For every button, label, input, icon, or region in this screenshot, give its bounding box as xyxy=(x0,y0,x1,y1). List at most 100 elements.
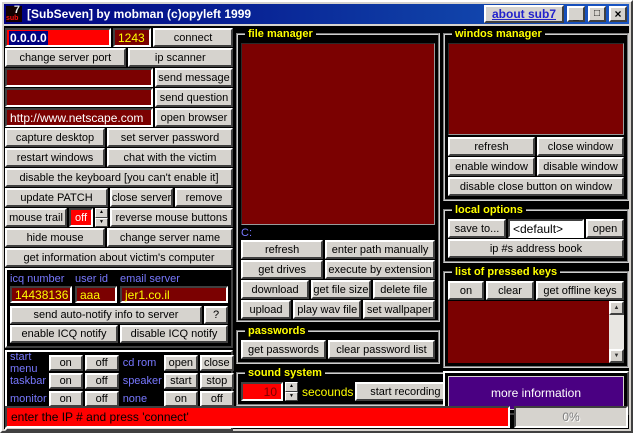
disable-icq-notify-button[interactable]: disable ICQ notify xyxy=(120,325,228,343)
ip-scanner-button[interactable]: ip scanner xyxy=(128,48,233,67)
change-server-port-button[interactable]: change server port xyxy=(5,48,126,67)
send-message-button[interactable]: send message xyxy=(155,68,233,87)
none-on-button[interactable]: on xyxy=(164,391,198,407)
email-server-input[interactable]: jer1.co.il xyxy=(120,286,228,303)
seconds-up-icon[interactable]: ▲ xyxy=(285,382,298,392)
minimize-button[interactable]: _ xyxy=(567,6,585,22)
window-title: [SubSeven] by mobman (c)opyleft 1999 xyxy=(25,7,481,21)
autonotify-help-button[interactable]: ? xyxy=(204,306,228,324)
taskbar-on-button[interactable]: on xyxy=(49,373,83,389)
save-to-button[interactable]: save to... xyxy=(448,219,506,238)
restart-windows-button[interactable]: restart windows xyxy=(5,148,105,167)
monitor-off-button[interactable]: off xyxy=(85,391,119,407)
play-wav-button[interactable]: play wav file xyxy=(293,300,361,319)
execute-by-extension-button[interactable]: execute by extension xyxy=(325,260,435,279)
save-path-input[interactable]: <default> xyxy=(508,219,584,238)
hide-mouse-button[interactable]: hide mouse xyxy=(5,228,105,247)
chat-with-victim-button[interactable]: chat with the victim xyxy=(107,148,233,167)
titlebar[interactable]: 7 sub [SubSeven] by mobman (c)opyleft 19… xyxy=(4,4,629,24)
mouse-trail-state[interactable]: off xyxy=(69,208,93,227)
toggles-panel: start menu on off taskbar on off monitor… xyxy=(5,350,233,412)
port-input[interactable]: 1243 xyxy=(113,28,151,47)
upload-button[interactable]: upload xyxy=(241,300,291,319)
connect-button[interactable]: connect xyxy=(153,28,233,47)
cdrom-close-button[interactable]: close xyxy=(200,355,234,371)
close-button[interactable]: × xyxy=(609,6,627,22)
seconds-down-icon[interactable]: ▼ xyxy=(285,392,298,402)
sound-system-title: sound system xyxy=(245,367,325,379)
reverse-mouse-buttons-button[interactable]: reverse mouse buttons xyxy=(110,208,233,227)
get-victim-info-button[interactable]: get information about victim's computer xyxy=(5,248,233,267)
clear-password-list-button[interactable]: clear password list xyxy=(328,340,435,359)
capture-desktop-button[interactable]: capture desktop xyxy=(5,128,105,147)
cdrom-open-button[interactable]: open xyxy=(164,355,198,371)
ip-address-book-button[interactable]: ip #s address book xyxy=(448,239,624,258)
file-list[interactable] xyxy=(241,43,435,225)
toggle-row-start-menu: start menu on off xyxy=(10,355,119,371)
send-question-button[interactable]: send question xyxy=(155,88,233,107)
scroll-up-icon[interactable]: ▲ xyxy=(609,301,624,315)
get-file-size-button[interactable]: get file size xyxy=(311,280,370,299)
send-autonotify-button[interactable]: send auto-notify info to server xyxy=(10,306,202,324)
enable-window-button[interactable]: enable window xyxy=(448,157,535,176)
disable-window-button[interactable]: disable window xyxy=(537,157,624,176)
keys-textarea[interactable] xyxy=(448,301,609,363)
keys-clear-button[interactable]: clear xyxy=(486,281,534,300)
close-server-button[interactable]: close server xyxy=(110,188,173,207)
get-passwords-button[interactable]: get passwords xyxy=(241,340,326,359)
fm-refresh-button[interactable]: refresh xyxy=(241,240,323,259)
windows-manager-group: windos manager refresh close window enab… xyxy=(443,28,629,201)
user-id-input[interactable]: aaa xyxy=(75,286,117,303)
spinner-up-icon[interactable]: ▲ xyxy=(95,208,108,218)
enable-icq-notify-button[interactable]: enable ICQ notify xyxy=(10,325,118,343)
url-input[interactable]: http://www.netscape.com xyxy=(5,108,153,127)
none-off-button[interactable]: off xyxy=(200,391,234,407)
get-drives-button[interactable]: get drives xyxy=(241,260,323,279)
local-options-title: local options xyxy=(452,204,526,216)
wm-row-2: enable window disable window xyxy=(448,157,624,176)
enter-path-button[interactable]: enter path manually xyxy=(325,240,435,259)
seconds-label: secounds xyxy=(300,385,353,399)
wm-refresh-button[interactable]: refresh xyxy=(448,137,535,156)
taskbar-off-button[interactable]: off xyxy=(85,373,119,389)
keys-scrollbar[interactable]: ▲ ▼ xyxy=(609,301,624,363)
question-input[interactable] xyxy=(5,88,153,107)
icq-number-input[interactable]: 14438136 xyxy=(10,286,72,303)
get-offline-keys-button[interactable]: get offline keys xyxy=(536,281,624,300)
close-window-button[interactable]: close window xyxy=(537,137,624,156)
delete-file-button[interactable]: delete file xyxy=(373,280,435,299)
about-sub7-button[interactable]: about sub7 xyxy=(484,5,564,23)
scroll-down-icon[interactable]: ▼ xyxy=(609,349,624,363)
scroll-track[interactable] xyxy=(609,315,624,349)
start-menu-on-button[interactable]: on xyxy=(49,355,83,371)
spinner-down-icon[interactable]: ▼ xyxy=(95,218,108,228)
speaker-start-button[interactable]: start xyxy=(164,373,198,389)
mouse-trail-button[interactable]: mouse trail xyxy=(5,208,67,227)
ip-input[interactable]: 0.0.0.0 xyxy=(5,28,111,47)
monitor-on-button[interactable]: on xyxy=(49,391,83,407)
connection-column: 0.0.0.0 1243 connect change server port … xyxy=(5,28,233,432)
windows-list[interactable] xyxy=(448,43,624,135)
start-menu-off-button[interactable]: off xyxy=(85,355,119,371)
set-wallpaper-button[interactable]: set wallpaper xyxy=(363,300,435,319)
disable-keyboard-button[interactable]: disable the keyboard [you can't enable i… xyxy=(5,168,233,187)
remove-button[interactable]: remove xyxy=(175,188,233,207)
open-browser-button[interactable]: open browser xyxy=(155,108,233,127)
message-input[interactable] xyxy=(5,68,153,87)
more-information-button[interactable]: more information xyxy=(448,376,624,410)
keys-on-button[interactable]: on xyxy=(448,281,484,300)
speaker-stop-button[interactable]: stop xyxy=(200,373,234,389)
start-recording-button[interactable]: start recording xyxy=(355,382,455,401)
change-server-name-button[interactable]: change server name xyxy=(107,228,233,247)
download-button[interactable]: download xyxy=(241,280,309,299)
none-label: none xyxy=(123,393,162,405)
maximize-button[interactable]: □ xyxy=(588,6,606,22)
disable-close-button-button[interactable]: disable close button on window xyxy=(448,177,624,196)
open-address-button[interactable]: open xyxy=(586,219,624,238)
sub7-app-icon[interactable]: 7 sub xyxy=(6,6,22,22)
icq-notify-panel: icq number user id email server 14438136… xyxy=(5,268,233,348)
set-server-password-button[interactable]: set server password xyxy=(107,128,233,147)
seconds-input[interactable]: 10 xyxy=(241,382,283,401)
update-patch-button[interactable]: update PATCH xyxy=(5,188,108,207)
toggle-row-speaker: speaker start stop xyxy=(123,373,234,389)
